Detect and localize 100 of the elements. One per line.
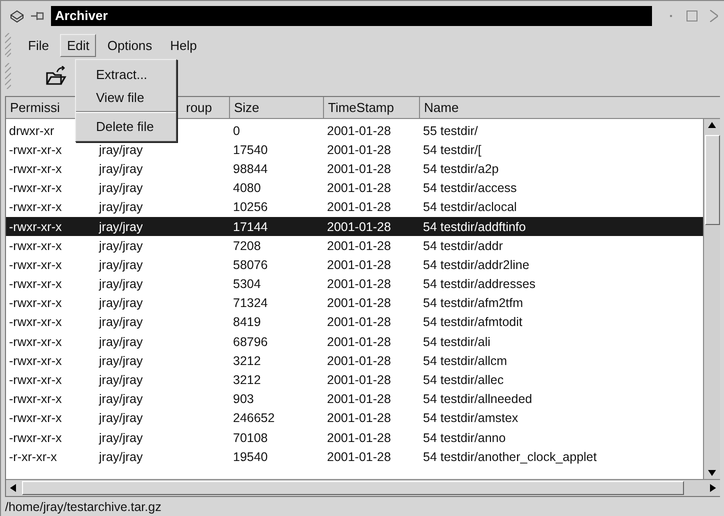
table-cell: 54 testdir/afm2tfm (423, 296, 524, 310)
table-cell: 2001-01-28 (327, 258, 391, 272)
table-cell: 17540 (233, 142, 268, 157)
table-cell: 5304 (233, 277, 261, 292)
menu-item[interactable]: Help (163, 34, 204, 56)
table-cell: 2001-01-28 (327, 354, 391, 368)
table-cell: 54 testdir/ali (423, 334, 490, 349)
selected-row[interactable]: -rwxr-xr-x jray/jray 17144 2001-01-28 54 testdir/addftinfo (6, 216, 703, 236)
table-cell: -rwxr-xr-x (9, 238, 62, 253)
table-cell: 70108 (233, 430, 268, 445)
scroll-thumb[interactable] (704, 135, 720, 225)
table-cell: jray/jray (99, 142, 143, 157)
menu-item[interactable]: Options (100, 34, 160, 56)
table-cell: 2001-01-28 (327, 315, 391, 330)
table-cell: -rwxr-xr-x (9, 162, 62, 176)
table-cell: 17144 (233, 220, 268, 234)
table-cell: 8419 (233, 315, 261, 330)
table-cell: -rwxr-xr-x (9, 411, 62, 426)
table-cell: 54 testdir/addresses (423, 277, 536, 292)
grip-handle[interactable] (5, 33, 11, 57)
table-cell: 54 testdir/allcm (423, 354, 508, 368)
table-cell: -rwxr-xr-x (9, 200, 62, 214)
table-cell: 2001-01-28 (327, 392, 391, 406)
horizontal-scrollbar[interactable] (6, 479, 720, 496)
table-cell: jray/jray (99, 373, 143, 388)
table-cell: drwxr-xr (9, 124, 54, 138)
table-cell: jray/jray (99, 258, 143, 272)
table-cell: 2001-01-28 (327, 296, 391, 310)
table-cell: jray/jray (99, 296, 143, 310)
column-header[interactable]: Size (230, 97, 324, 119)
table-cell: 7208 (233, 238, 261, 253)
table-cell: jray/jray (99, 315, 143, 330)
table-cell: 2001-01-28 (327, 181, 391, 196)
table-cell: 54 testdir/addftinfo (423, 220, 526, 234)
scroll-right-icon[interactable] (710, 484, 716, 492)
table-cell: 0 (233, 124, 240, 138)
table-cell: 54 testdir/afmtodit (423, 315, 522, 330)
app-icon (9, 8, 25, 22)
table-cell: 2001-01-28 (327, 220, 391, 234)
vertical-scrollbar[interactable] (703, 119, 720, 479)
table-cell: 54 testdir/access (423, 181, 517, 196)
table-cell: 2001-01-28 (327, 411, 391, 426)
table-cell: 54 testdir/[ (423, 142, 482, 157)
table-cell: jray/jray (99, 392, 143, 406)
table-cell: jray/jray (99, 354, 143, 368)
table-cell: 54 testdir/allec (423, 373, 504, 388)
table-cell: jray/jray (99, 277, 143, 292)
table-cell: 903 (233, 392, 254, 406)
table-cell: 4080 (233, 181, 261, 196)
pin-icon[interactable] (31, 10, 45, 20)
table-cell: 71324 (233, 296, 268, 310)
table-cell: 54 testdir/addr2line (423, 258, 530, 272)
table-cell: -rwxr-xr-x (9, 315, 62, 330)
column-header[interactable]: Name (420, 97, 720, 119)
table-cell: 3212 (233, 354, 261, 368)
table-cell: 54 testdir/aclocal (423, 200, 517, 214)
table-cell: 2001-01-28 (327, 162, 391, 176)
table-cell: jray/jray (99, 450, 143, 464)
table-cell: 54 testdir/anno (423, 430, 506, 445)
table-cell: 2001-01-28 (327, 200, 391, 214)
scroll-up-icon[interactable] (708, 122, 716, 128)
table-cell: jray/jray (99, 411, 143, 426)
table-cell: -rwxr-xr-x (9, 258, 62, 272)
table-cell: 54 testdir/allneeded (423, 392, 532, 406)
table-cell: 2001-01-28 (327, 334, 391, 349)
table-cell: jray/jray (99, 238, 143, 253)
table-cell: -rwxr-xr-x (9, 220, 62, 234)
table-cell: jray/jray (99, 334, 143, 349)
table-cell: 55 testdir/ (423, 124, 478, 138)
table-cell: 3212 (233, 373, 261, 388)
grip-handle[interactable] (5, 63, 11, 89)
table-cell: -rwxr-xr-x (9, 430, 62, 445)
menu-item[interactable]: Edit (60, 34, 96, 56)
table-cell: 68796 (233, 334, 268, 349)
table-cell: 2001-01-28 (327, 373, 391, 388)
table-cell: 58076 (233, 258, 268, 272)
table-cell: 2001-01-28 (327, 430, 391, 445)
table-cell: jray/jray (99, 181, 143, 196)
scroll-down-icon[interactable] (708, 470, 716, 476)
menu-item[interactable]: Extract... (76, 63, 176, 86)
open-folder-icon[interactable] (45, 66, 67, 86)
table-cell: -rwxr-xr-x (9, 354, 62, 368)
table-cell: 2001-01-28 (327, 238, 391, 253)
column-header[interactable]: TimeStamp (324, 97, 420, 119)
table-cell: -rwxr-xr-x (9, 373, 62, 388)
menu-item[interactable]: File (21, 34, 56, 56)
table-cell: -rwxr-xr-x (9, 334, 62, 349)
table-cell: -rwxr-xr-x (9, 392, 62, 406)
scroll-left-icon[interactable] (10, 484, 16, 492)
table-cell: -rwxr-xr-x (9, 296, 62, 310)
table-cell: 54 testdir/amstex (423, 411, 518, 426)
table-cell: 98844 (233, 162, 268, 176)
table-cell: jray/jray (99, 200, 143, 214)
scroll-thumb[interactable] (22, 481, 684, 495)
status-text: /home/jray/testarchive.tar.gz (5, 500, 162, 514)
table-cell: jray/jray (99, 220, 143, 234)
table-cell: 2001-01-28 (327, 450, 391, 464)
table-cell: -r-xr-xr-x (9, 450, 57, 464)
table-cell: 10256 (233, 200, 268, 214)
table-cell: 246652 (233, 411, 275, 426)
